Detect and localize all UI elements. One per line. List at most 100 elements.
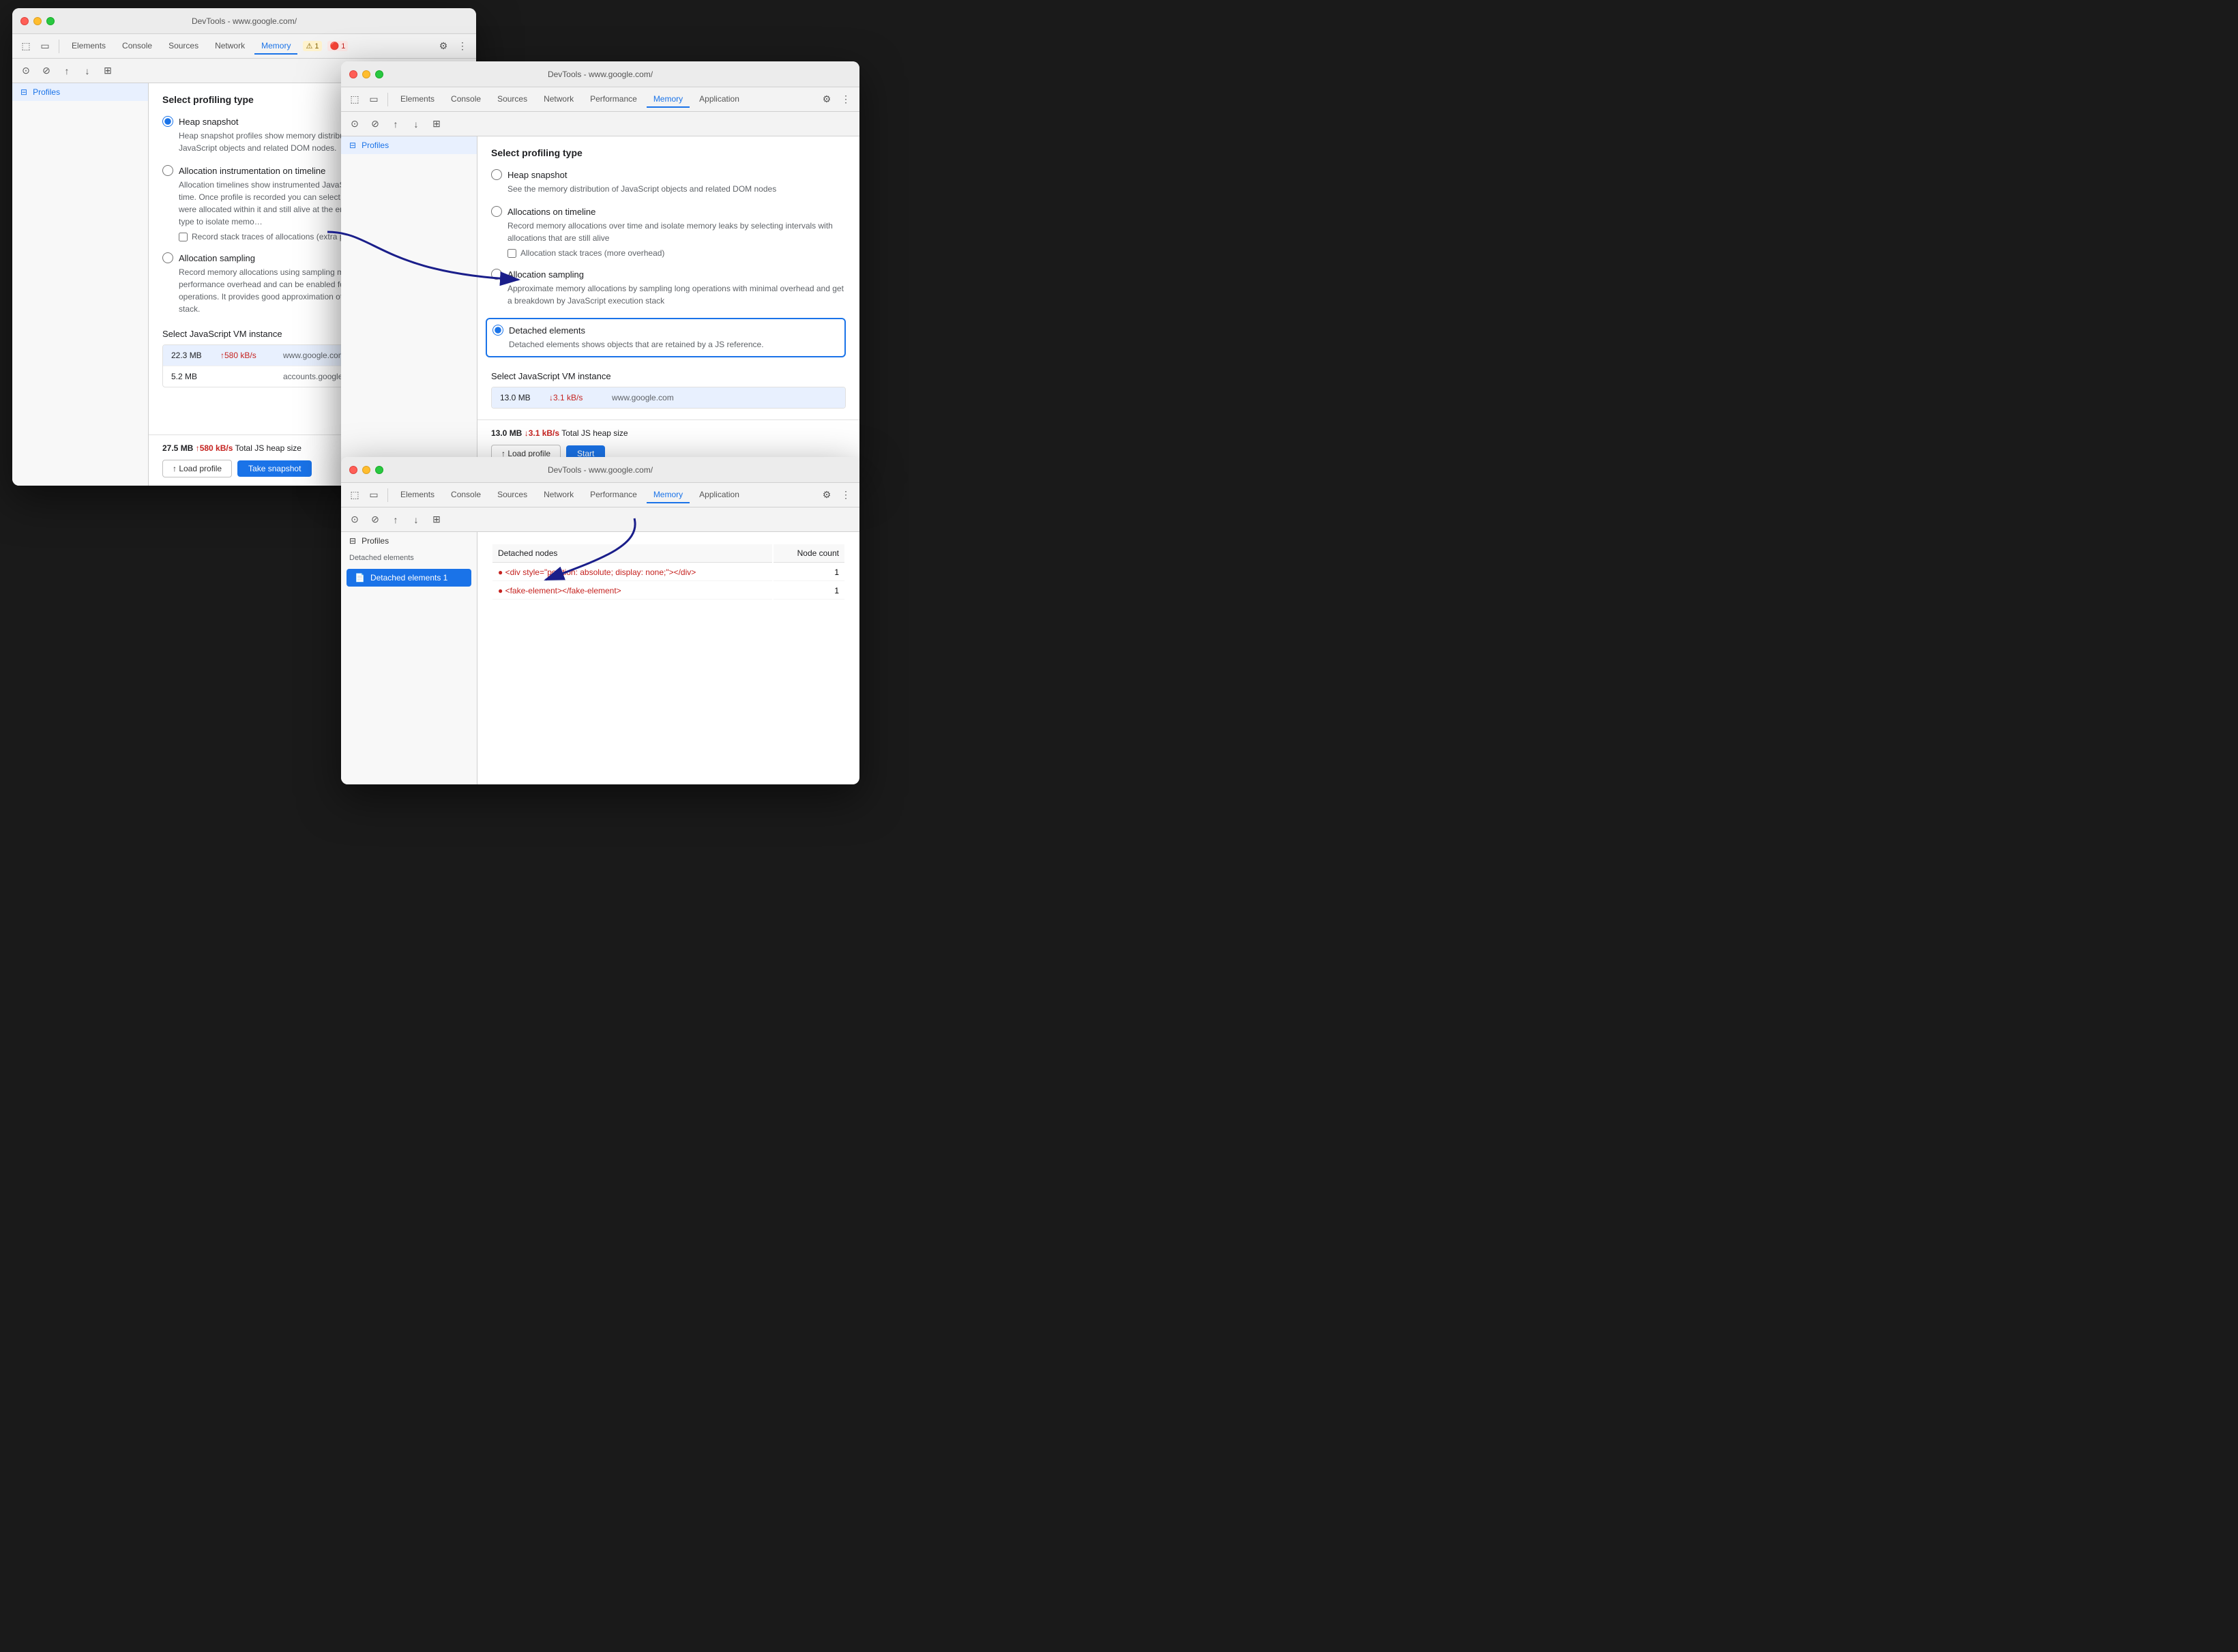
footer-size-2: 13.0 MB <box>491 428 522 438</box>
file-icon-3: 📄 <box>355 573 365 582</box>
sampling-label-2[interactable]: Allocation sampling <box>491 269 846 280</box>
take-snapshot-button-1[interactable]: Take snapshot <box>237 460 312 477</box>
tab-console-2[interactable]: Console <box>444 91 488 108</box>
sidebar-item-detached-1[interactable]: 📄 Detached elements 1 <box>347 569 471 587</box>
profiles-icon-2: ⊟ <box>349 141 356 150</box>
tab-performance-3[interactable]: Performance <box>583 487 644 503</box>
heap-radio-2[interactable] <box>491 169 502 180</box>
detached-node-row-2[interactable]: ● <fake-element></fake-element> 1 <box>492 582 844 600</box>
main-scroll-2[interactable]: Select profiling type Heap snapshot See … <box>477 136 859 419</box>
tab-console-3[interactable]: Console <box>444 487 488 503</box>
heap-desc-2: See the memory distribution of JavaScrip… <box>491 183 846 195</box>
device-icon[interactable]: ▭ <box>37 38 53 55</box>
tab-network-3[interactable]: Network <box>537 487 580 503</box>
minimize-button[interactable] <box>33 17 42 25</box>
alloc-timeline-desc-2: Record memory allocations over time and … <box>491 220 846 244</box>
main-scroll-3[interactable]: Detached nodes Node count ● <div style="… <box>477 532 859 784</box>
tab-application-3[interactable]: Application <box>692 487 746 503</box>
tab-performance-2[interactable]: Performance <box>583 91 644 108</box>
tab-elements-1[interactable]: Elements <box>65 38 113 55</box>
upload-icon-3[interactable]: ↑ <box>387 512 404 528</box>
tab-sources-3[interactable]: Sources <box>490 487 534 503</box>
maximize-button-2[interactable] <box>375 70 383 78</box>
tab-elements-3[interactable]: Elements <box>394 487 441 503</box>
footer-label-2: Total JS heap size <box>561 428 628 438</box>
sidebar-item-profiles-3[interactable]: ⊟ Profiles <box>341 532 477 550</box>
stack-traces-label-1: Record stack traces of allocations (extr… <box>192 232 357 241</box>
record-icon-1[interactable]: ⊙ <box>18 63 34 79</box>
minimize-button-2[interactable] <box>362 70 370 78</box>
alloc-timeline-radio-1[interactable] <box>162 165 173 176</box>
tab-sources-2[interactable]: Sources <box>490 91 534 108</box>
upload-icon-2[interactable]: ↑ <box>387 116 404 132</box>
cursor-icon-3[interactable]: ⬚ <box>347 487 363 503</box>
close-button-2[interactable] <box>349 70 357 78</box>
alloc-timeline-radio-2[interactable] <box>491 206 502 217</box>
tab-console-1[interactable]: Console <box>115 38 159 55</box>
option-detached-2: Detached elements Detached elements show… <box>486 318 846 357</box>
maximize-button-3[interactable] <box>375 466 383 474</box>
more-icon-1[interactable]: ⋮ <box>454 38 471 55</box>
sidebar-2: ⊟ Profiles <box>341 136 477 471</box>
tab-elements-2[interactable]: Elements <box>394 91 441 108</box>
heap-label-2[interactable]: Heap snapshot <box>491 169 846 180</box>
record-icon-3[interactable]: ⊙ <box>347 512 363 528</box>
upload-icon-1[interactable]: ↑ <box>59 63 75 79</box>
sidebar-item-profiles-1[interactable]: ⊟ Profiles <box>12 83 148 101</box>
download-icon-3[interactable]: ↓ <box>408 512 424 528</box>
record-icon-2[interactable]: ⊙ <box>347 116 363 132</box>
alloc-stack-traces-checkbox-2[interactable] <box>507 249 516 258</box>
profiles-icon-3: ⊟ <box>349 536 356 546</box>
vm-size-1: 22.3 MB <box>171 351 212 360</box>
detached-node-row-1[interactable]: ● <div style="position: absolute; displa… <box>492 564 844 581</box>
clear-icon-3[interactable]: ⊘ <box>367 512 383 528</box>
settings-icon-2[interactable]: ⚙ <box>819 91 835 108</box>
maximize-button[interactable] <box>46 17 55 25</box>
tab-sources-1[interactable]: Sources <box>162 38 205 55</box>
vm-rate-2a: ↓3.1 kB/s <box>549 393 604 402</box>
load-profile-button-1[interactable]: ↑ Load profile <box>162 460 232 477</box>
close-button-3[interactable] <box>349 466 357 474</box>
sampling-radio-2[interactable] <box>491 269 502 280</box>
traffic-lights-3 <box>349 466 383 474</box>
alloc-stack-traces-label-2: Allocation stack traces (more overhead) <box>520 248 664 258</box>
settings-icon-3[interactable]: ⚙ <box>819 487 835 503</box>
traffic-lights-1 <box>20 17 55 25</box>
main-toolbar-2: ⬚ ▭ Elements Console Sources Network Per… <box>341 87 859 112</box>
detached-radio-2[interactable] <box>492 325 503 336</box>
clear-icon-1[interactable]: ⊘ <box>38 63 55 79</box>
tab-network-2[interactable]: Network <box>537 91 580 108</box>
cursor-icon[interactable]: ⬚ <box>18 38 34 55</box>
option-heap-2: Heap snapshot See the memory distributio… <box>491 169 846 195</box>
tab-application-2[interactable]: Application <box>692 91 746 108</box>
collect-icon-1[interactable]: ⊞ <box>100 63 116 79</box>
tab-memory-2[interactable]: Memory <box>647 91 690 108</box>
download-icon-2[interactable]: ↓ <box>408 116 424 132</box>
device-icon-3[interactable]: ▭ <box>366 487 382 503</box>
vm-size-2: 5.2 MB <box>171 372 212 381</box>
footer-rate-2: ↓3.1 kB/s <box>525 428 559 438</box>
stack-traces-checkbox-1[interactable] <box>179 233 188 241</box>
download-icon-1[interactable]: ↓ <box>79 63 95 79</box>
cursor-icon-2[interactable]: ⬚ <box>347 91 363 108</box>
vm-row-2a[interactable]: 13.0 MB ↓3.1 kB/s www.google.com <box>492 387 845 408</box>
more-icon-3[interactable]: ⋮ <box>838 487 854 503</box>
settings-icon-1[interactable]: ⚙ <box>435 38 452 55</box>
detached-label-2[interactable]: Detached elements <box>492 325 839 336</box>
detached-elements-label: Detached elements <box>341 550 477 566</box>
tab-network-1[interactable]: Network <box>208 38 252 55</box>
tab-memory-3[interactable]: Memory <box>647 487 690 503</box>
close-button[interactable] <box>20 17 29 25</box>
minimize-button-3[interactable] <box>362 466 370 474</box>
device-icon-2[interactable]: ▭ <box>366 91 382 108</box>
more-icon-2[interactable]: ⋮ <box>838 91 854 108</box>
collect-icon-3[interactable]: ⊞ <box>428 512 445 528</box>
vm-title-2: Select JavaScript VM instance <box>491 371 846 381</box>
tab-memory-1[interactable]: Memory <box>254 38 297 55</box>
alloc-timeline-label-2[interactable]: Allocations on timeline <box>491 206 846 217</box>
heap-radio-1[interactable] <box>162 116 173 127</box>
collect-icon-2[interactable]: ⊞ <box>428 116 445 132</box>
sampling-radio-1[interactable] <box>162 252 173 263</box>
clear-icon-2[interactable]: ⊘ <box>367 116 383 132</box>
sidebar-item-profiles-2[interactable]: ⊟ Profiles <box>341 136 477 154</box>
